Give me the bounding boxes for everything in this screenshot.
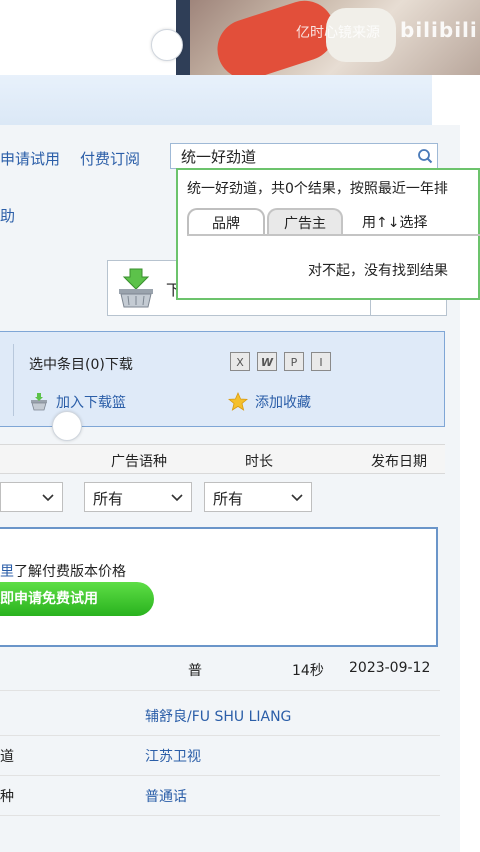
table-header: 广告语种 时长 发布日期 xyxy=(0,444,445,474)
column-header-publish-date[interactable]: 发布日期 xyxy=(371,451,427,471)
chevron-down-icon xyxy=(171,494,183,502)
column-header-duration[interactable]: 时长 xyxy=(245,451,273,471)
promo-text: 里了解付费版本价格 xyxy=(0,561,126,581)
paid-version-promo: 里了解付费版本价格 即申请免费试用 xyxy=(0,527,438,647)
header-band xyxy=(0,75,432,125)
keyboard-hint: 用↑↓选择 xyxy=(362,215,428,231)
download-basket-icon xyxy=(119,268,153,308)
divider xyxy=(0,690,440,691)
filter-value: 所有 xyxy=(93,490,124,508)
divider xyxy=(0,735,440,736)
selected-items-download-label: 选中条目(0)下载 xyxy=(29,357,133,373)
video-watermark: 亿时心镜来源 xyxy=(296,25,380,41)
divider xyxy=(0,815,440,816)
divider xyxy=(13,344,14,416)
language-link[interactable]: 普通话 xyxy=(145,786,187,806)
promo-text-body: 了解付费版本价格 xyxy=(14,564,126,580)
cell-duration: 14秒 xyxy=(292,663,324,679)
chevron-down-icon xyxy=(42,494,54,502)
word-format-icon[interactable]: W xyxy=(257,352,277,371)
no-results-message: 对不起，没有找到结果 xyxy=(308,263,448,279)
image-format-icon[interactable]: I xyxy=(311,352,331,371)
apply-free-trial-button[interactable]: 即申请免费试用 xyxy=(0,582,154,616)
filter-select-duration[interactable]: 所有 xyxy=(204,482,312,512)
touch-indicator xyxy=(52,411,82,441)
divider xyxy=(0,775,440,776)
touch-indicator xyxy=(151,29,183,61)
cell-language: 普 xyxy=(188,663,202,679)
add-favorite-label: 添加收藏 xyxy=(255,395,311,411)
tab-advertiser[interactable]: 广告主 xyxy=(267,208,343,236)
divider xyxy=(187,234,480,236)
nav-apply-trial-link[interactable]: 申请试用 xyxy=(0,148,60,169)
channel-label: 道 xyxy=(0,749,14,765)
add-favorite-link[interactable]: 添加收藏 xyxy=(228,392,311,412)
column-header-ad-language[interactable]: 广告语种 xyxy=(111,451,167,471)
filter-select-1[interactable] xyxy=(0,482,63,512)
filter-select-language[interactable]: 所有 xyxy=(84,482,192,512)
tab-brand[interactable]: 品牌 xyxy=(187,208,265,236)
search-input[interactable] xyxy=(171,144,411,168)
search-box xyxy=(170,143,438,169)
add-to-basket-link[interactable]: 加入下载篮 xyxy=(29,392,126,412)
ppt-format-icon[interactable]: P xyxy=(284,352,304,371)
search-suggestion-dropdown: 统一好劲道，共0个结果，按照最近一年排 品牌 广告主 用↑↓选择 对不起，没有找… xyxy=(176,168,480,300)
chevron-down-icon xyxy=(291,494,303,502)
spokesperson-link[interactable]: 辅舒良/FU SHU LIANG xyxy=(145,706,291,726)
channel-link[interactable]: 江苏卫视 xyxy=(145,746,201,766)
search-icon[interactable] xyxy=(417,148,433,164)
nav-help-link[interactable]: 助 xyxy=(0,205,15,226)
cell-publish-date: 2023-09-12 xyxy=(349,660,431,676)
bilibili-logo: bilibili xyxy=(400,18,478,42)
nav-paid-subscription-link[interactable]: 付费订阅 xyxy=(80,148,140,169)
suggestion-summary: 统一好劲道，共0个结果，按照最近一年排 xyxy=(187,181,448,197)
promo-link[interactable]: 里 xyxy=(0,564,14,580)
filter-value: 所有 xyxy=(213,490,244,508)
excel-format-icon[interactable]: X xyxy=(230,352,250,371)
language-label: 种 xyxy=(0,789,14,805)
add-to-basket-label: 加入下载篮 xyxy=(56,395,126,411)
